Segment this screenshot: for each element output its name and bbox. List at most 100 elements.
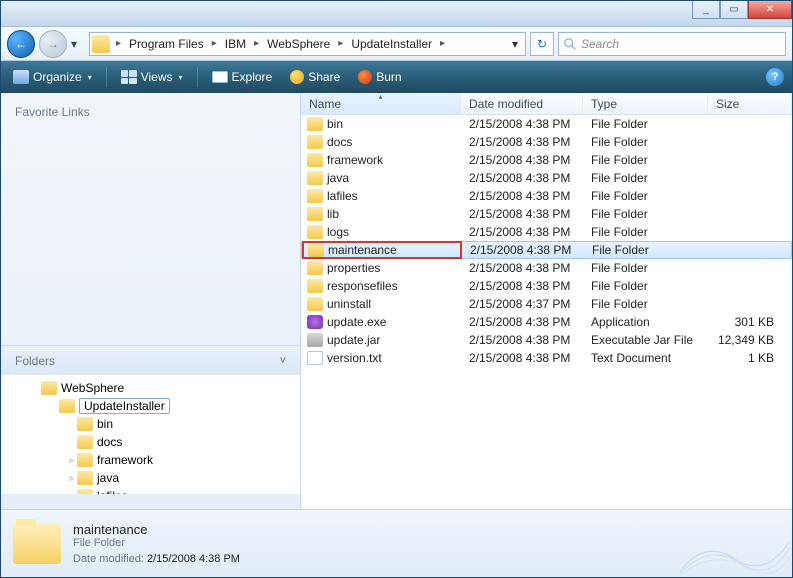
explore-button[interactable]: Explore xyxy=(208,68,277,86)
folder-icon xyxy=(77,453,93,467)
chevron-down-icon[interactable]: ˅ xyxy=(280,355,286,367)
folder-icon xyxy=(307,189,323,203)
file-date: 2/15/2008 4:38 PM xyxy=(461,333,583,347)
file-type: Text Document xyxy=(583,351,708,365)
folder-icon xyxy=(307,279,323,293)
file-type: File Folder xyxy=(583,153,708,167)
search-placeholder: Search xyxy=(581,37,619,51)
file-icon xyxy=(307,351,323,365)
titlebar[interactable]: _ ▭ ✕ xyxy=(1,1,792,27)
share-button[interactable]: Share xyxy=(286,68,344,86)
column-date-modified[interactable]: Date modified xyxy=(461,93,583,114)
file-row[interactable]: uninstall2/15/2008 4:37 PMFile Folder xyxy=(301,295,792,313)
help-button[interactable]: ? xyxy=(766,68,784,86)
tree-item[interactable]: docs xyxy=(1,433,300,451)
crumb-updateinstaller[interactable]: UpdateInstaller xyxy=(347,37,436,51)
file-name: version.txt xyxy=(327,351,382,365)
expand-icon[interactable]: ▹ xyxy=(67,455,77,466)
favorite-links-header: Favorite Links xyxy=(1,97,300,125)
file-row[interactable]: version.txt 2/15/2008 4:38 PMText Documen… xyxy=(301,349,792,367)
file-list[interactable]: bin2/15/2008 4:38 PMFile Folderdocs2/15/… xyxy=(301,115,792,509)
details-pane: maintenance File Folder Date modified: 2… xyxy=(1,509,792,577)
chevron-right-icon[interactable]: ▸ xyxy=(210,38,219,49)
file-row[interactable]: lib2/15/2008 4:38 PMFile Folder xyxy=(301,205,792,223)
chevron-right-icon[interactable]: ▸ xyxy=(114,38,123,49)
file-row[interactable]: maintenance2/15/2008 4:38 PMFile Folder xyxy=(301,241,792,259)
file-date: 2/15/2008 4:38 PM xyxy=(461,279,583,293)
views-button[interactable]: Views▾ xyxy=(117,68,187,86)
folder-icon xyxy=(77,471,93,485)
file-row[interactable]: bin2/15/2008 4:38 PMFile Folder xyxy=(301,115,792,133)
details-type: File Folder xyxy=(73,537,240,549)
close-button[interactable]: ✕ xyxy=(748,1,792,19)
file-row[interactable]: lafiles2/15/2008 4:38 PMFile Folder xyxy=(301,187,792,205)
file-size: 301 KB xyxy=(708,315,792,329)
search-input[interactable]: Search xyxy=(558,32,786,56)
breadcrumb[interactable]: ▸ Program Files ▸ IBM ▸ WebSphere ▸ Upda… xyxy=(89,32,526,56)
file-date: 2/15/2008 4:38 PM xyxy=(461,225,583,239)
file-name: logs xyxy=(327,225,349,239)
folder-icon xyxy=(77,489,93,494)
folder-icon xyxy=(307,261,323,275)
views-icon xyxy=(121,70,137,84)
chevron-right-icon[interactable]: ▸ xyxy=(438,38,447,49)
file-row[interactable]: docs2/15/2008 4:38 PMFile Folder xyxy=(301,133,792,151)
file-row[interactable]: update.jar2/15/2008 4:38 PMExecutable Ja… xyxy=(301,331,792,349)
file-row[interactable]: logs2/15/2008 4:38 PMFile Folder xyxy=(301,223,792,241)
column-size[interactable]: Size xyxy=(708,93,792,114)
file-row[interactable]: properties2/15/2008 4:38 PMFile Folder xyxy=(301,259,792,277)
file-row[interactable]: framework2/15/2008 4:38 PMFile Folder xyxy=(301,151,792,169)
forward-button[interactable]: → xyxy=(39,30,67,58)
chevron-right-icon[interactable]: ▸ xyxy=(252,38,261,49)
refresh-button[interactable]: ↻ xyxy=(530,32,554,56)
column-headers[interactable]: ▴ Name Date modified Type Size xyxy=(301,93,792,115)
file-date: 2/15/2008 4:38 PM xyxy=(461,351,583,365)
folder-icon xyxy=(92,35,110,53)
tree-item[interactable]: ▹framework xyxy=(1,451,300,469)
folder-icon xyxy=(307,135,323,149)
file-name: lafiles xyxy=(327,189,358,203)
minimize-button[interactable]: _ xyxy=(692,1,720,19)
crumb-ibm[interactable]: IBM xyxy=(221,37,250,51)
file-name: update.exe xyxy=(327,315,386,329)
breadcrumb-dropdown-icon[interactable]: ▾ xyxy=(507,37,523,51)
folder-icon xyxy=(308,243,324,257)
burn-button[interactable]: Burn xyxy=(354,68,405,86)
details-mod-value: 2/15/2008 4:38 PM xyxy=(147,553,240,565)
folder-tree[interactable]: WebSphereUpdateInstallerbindocs▹framewor… xyxy=(1,374,300,494)
file-date: 2/15/2008 4:38 PM xyxy=(461,153,583,167)
folders-header[interactable]: Folders xyxy=(15,354,55,368)
chevron-right-icon[interactable]: ▸ xyxy=(336,38,345,49)
chevron-down-icon: ▾ xyxy=(179,73,183,82)
tree-item[interactable]: bin xyxy=(1,415,300,433)
maximize-button[interactable]: ▭ xyxy=(720,1,748,19)
crumb-program-files[interactable]: Program Files xyxy=(125,37,208,51)
file-row[interactable]: update.exe2/15/2008 4:38 PMApplication30… xyxy=(301,313,792,331)
folder-icon xyxy=(77,435,93,449)
file-icon xyxy=(307,333,323,347)
file-row[interactable]: java2/15/2008 4:38 PMFile Folder xyxy=(301,169,792,187)
back-button[interactable]: ← xyxy=(7,30,35,58)
tree-item-label: lafiles xyxy=(97,489,128,494)
file-date: 2/15/2008 4:38 PM xyxy=(461,315,583,329)
file-date: 2/15/2008 4:38 PM xyxy=(461,135,583,149)
tree-item[interactable]: lafiles xyxy=(1,487,300,494)
file-row[interactable]: responsefiles2/15/2008 4:38 PMFile Folde… xyxy=(301,277,792,295)
tree-item[interactable]: ▹java xyxy=(1,469,300,487)
tree-item[interactable]: WebSphere xyxy=(1,379,300,397)
file-size: 1 KB xyxy=(708,351,792,365)
folder-icon xyxy=(307,117,323,131)
crumb-websphere[interactable]: WebSphere xyxy=(263,37,334,51)
tree-item[interactable]: UpdateInstaller xyxy=(1,397,300,415)
folder-icon xyxy=(77,417,93,431)
file-type: File Folder xyxy=(583,297,708,311)
burn-icon xyxy=(358,70,372,84)
expand-icon[interactable]: ▹ xyxy=(67,473,77,484)
organize-button[interactable]: Organize▾ xyxy=(9,68,96,86)
nav-history-dropdown[interactable]: ▾ xyxy=(71,37,85,51)
file-size: 12,349 KB xyxy=(708,333,792,347)
folder-icon xyxy=(307,153,323,167)
column-name[interactable]: ▴ Name xyxy=(301,93,461,114)
share-icon xyxy=(290,70,304,84)
column-type[interactable]: Type xyxy=(583,93,708,114)
